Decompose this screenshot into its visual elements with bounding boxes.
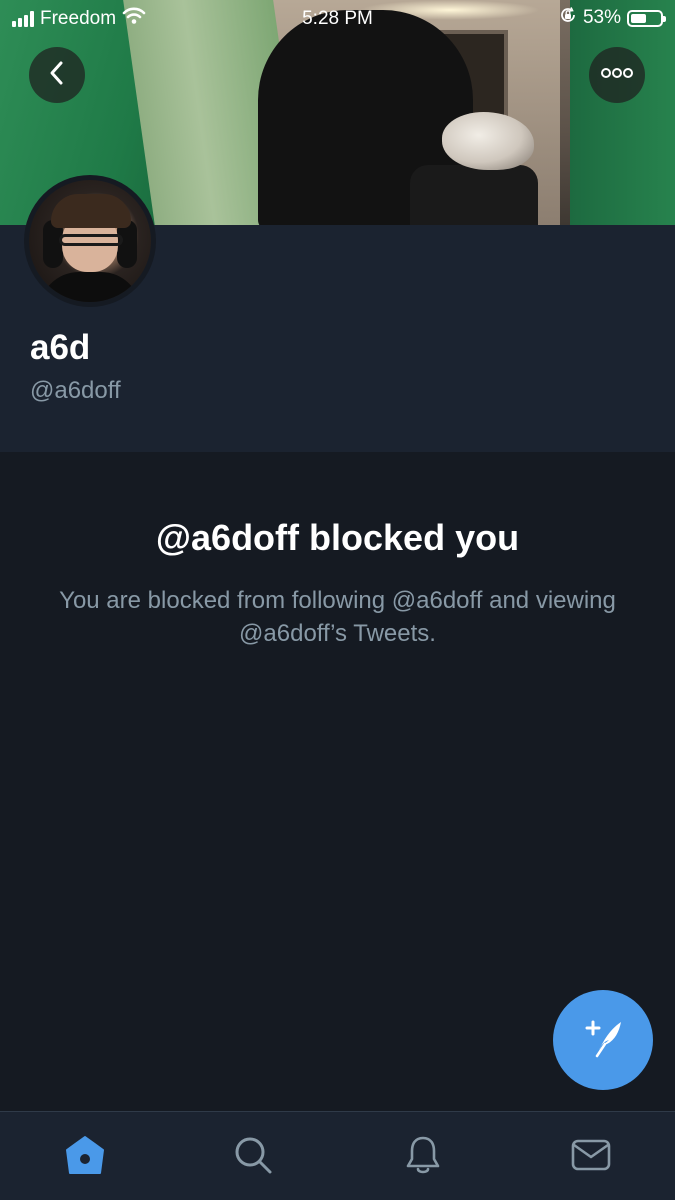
tab-bar <box>0 1111 675 1200</box>
avatar[interactable] <box>24 175 156 307</box>
tab-messages[interactable] <box>566 1132 616 1182</box>
more-options-button[interactable] <box>589 47 645 103</box>
compose-tweet-button[interactable] <box>553 990 653 1090</box>
mail-icon <box>570 1137 612 1178</box>
battery-percent: 53% <box>582 7 621 28</box>
chevron-left-icon <box>46 60 68 91</box>
battery-icon <box>627 9 666 27</box>
tab-search[interactable] <box>228 1132 278 1182</box>
back-button[interactable] <box>29 47 85 103</box>
profile-handle: @a6doff <box>30 377 121 404</box>
tab-home[interactable] <box>60 1132 110 1182</box>
home-icon <box>63 1133 107 1182</box>
orientation-lock-icon <box>559 6 577 30</box>
tab-notifications[interactable] <box>398 1132 448 1182</box>
compose-tweet-icon <box>579 1014 627 1067</box>
bell-icon <box>403 1134 443 1181</box>
blocked-title: @a6doff blocked you <box>155 517 520 558</box>
status-bar: Freedom 5:28 PM 53% <box>0 0 675 38</box>
more-dots-icon <box>600 66 634 84</box>
search-icon <box>233 1135 273 1180</box>
blocked-description: You are blocked from following @a6doff a… <box>59 587 616 647</box>
display-name: a6d <box>30 328 91 367</box>
